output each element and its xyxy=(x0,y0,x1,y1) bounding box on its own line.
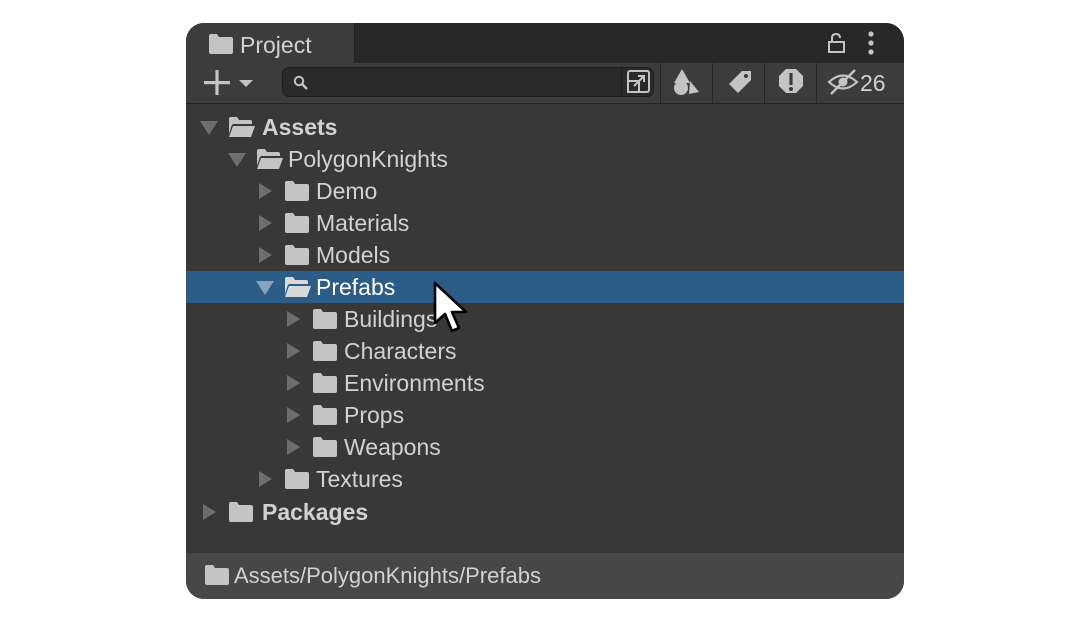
search-input[interactable] xyxy=(317,68,611,98)
tree-item-textures[interactable]: Textures xyxy=(186,463,904,495)
tree-item-characters[interactable]: Characters xyxy=(186,335,904,367)
tree-item-assets[interactable]: Assets xyxy=(186,111,904,143)
tree-item-label: Textures xyxy=(316,466,403,492)
folder-icon xyxy=(313,373,337,393)
tree-item-prefabs[interactable]: Prefabs xyxy=(186,271,904,303)
tree-item-packages[interactable]: Packages xyxy=(186,496,904,528)
tree-item-label: Materials xyxy=(316,210,410,236)
tree-item-demo[interactable]: Demo xyxy=(186,175,904,207)
folder-icon xyxy=(285,469,309,489)
folder-open-icon xyxy=(229,117,255,137)
folder-icon xyxy=(313,437,337,457)
filter-by-type-button[interactable] xyxy=(660,63,713,103)
search-field[interactable] xyxy=(282,67,654,98)
tree-item-materials[interactable]: Materials xyxy=(186,207,904,239)
folder-icon xyxy=(205,565,229,585)
tree-item-polygonknights[interactable]: PolygonKnights xyxy=(186,143,904,175)
tree-item-label: Packages xyxy=(262,499,369,525)
folder-icon xyxy=(313,341,337,361)
folder-icon xyxy=(313,309,337,329)
hidden-packages-icon xyxy=(827,69,859,95)
tree-item-label: Demo xyxy=(316,178,378,204)
tree-item-weapons[interactable]: Weapons xyxy=(186,431,904,463)
expand-arrow-icon[interactable] xyxy=(287,311,300,327)
folder-icon xyxy=(285,245,309,265)
collapse-arrow-icon[interactable] xyxy=(256,281,274,295)
plus-icon xyxy=(204,70,253,95)
tree-item-label: PolygonKnights xyxy=(288,146,448,172)
tab-label: Project xyxy=(240,32,312,58)
tree-item-label: Models xyxy=(316,242,391,268)
expand-arrow-icon[interactable] xyxy=(287,439,300,455)
hidden-count: 26 xyxy=(860,70,886,96)
filter-by-warning-button[interactable] xyxy=(764,63,817,103)
expand-arrow-icon[interactable] xyxy=(259,215,272,231)
scene-search-button[interactable] xyxy=(621,68,654,96)
tree-item-label: Buildings xyxy=(344,306,438,332)
folder-icon xyxy=(285,213,309,233)
tree-item-label: Environments xyxy=(344,370,485,396)
filter-by-label-button[interactable] xyxy=(712,63,765,103)
tree-item-buildings[interactable]: Buildings xyxy=(186,303,904,335)
filter-by-warning-icon xyxy=(779,69,803,93)
folder-icon xyxy=(229,502,253,522)
project-window: Project 26 Assets PolygonKnights Demo Ma… xyxy=(186,23,904,599)
status-path: Assets/PolygonKnights/Prefabs xyxy=(234,563,541,588)
collapse-arrow-icon[interactable] xyxy=(228,153,246,167)
folder-icon xyxy=(313,405,337,425)
expand-arrow-icon[interactable] xyxy=(287,407,300,423)
tab-bar: Project xyxy=(186,23,904,63)
tree-item-models[interactable]: Models xyxy=(186,239,904,271)
expand-arrow-icon[interactable] xyxy=(203,504,216,520)
filter-by-label-icon xyxy=(729,71,751,93)
tree-item-label: Prefabs xyxy=(316,274,396,300)
more-vertical-icon[interactable] xyxy=(867,31,875,55)
expand-arrow-icon[interactable] xyxy=(259,247,272,263)
expand-arrow-icon[interactable] xyxy=(287,343,300,359)
hidden-packages-button[interactable]: 26 xyxy=(816,63,904,103)
tree-item-label: Assets xyxy=(262,114,338,140)
search-icon xyxy=(293,75,308,90)
tab-project[interactable]: Project xyxy=(186,23,355,63)
expand-arrow-icon[interactable] xyxy=(287,375,300,391)
folder-icon xyxy=(209,34,233,54)
mouse-cursor-icon xyxy=(433,281,468,333)
filter-by-type-icon xyxy=(674,69,699,95)
tree-item-label: Weapons xyxy=(344,434,441,460)
expand-arrow-icon[interactable] xyxy=(259,183,272,199)
toolbar: 26 xyxy=(186,63,904,104)
tree-item-label: Characters xyxy=(344,338,457,364)
tree-item-label: Props xyxy=(344,402,405,428)
folder-open-icon xyxy=(285,277,311,297)
collapse-arrow-icon[interactable] xyxy=(200,121,218,135)
status-bar: Assets/PolygonKnights/Prefabs xyxy=(186,553,904,599)
expand-arrow-icon[interactable] xyxy=(259,471,272,487)
lock-icon[interactable] xyxy=(826,32,848,54)
folder-open-icon xyxy=(257,149,283,169)
tree-item-props[interactable]: Props xyxy=(186,399,904,431)
tree-item-environments[interactable]: Environments xyxy=(186,367,904,399)
folder-icon xyxy=(285,181,309,201)
create-button[interactable] xyxy=(198,68,258,98)
scene-search-icon xyxy=(627,70,650,93)
